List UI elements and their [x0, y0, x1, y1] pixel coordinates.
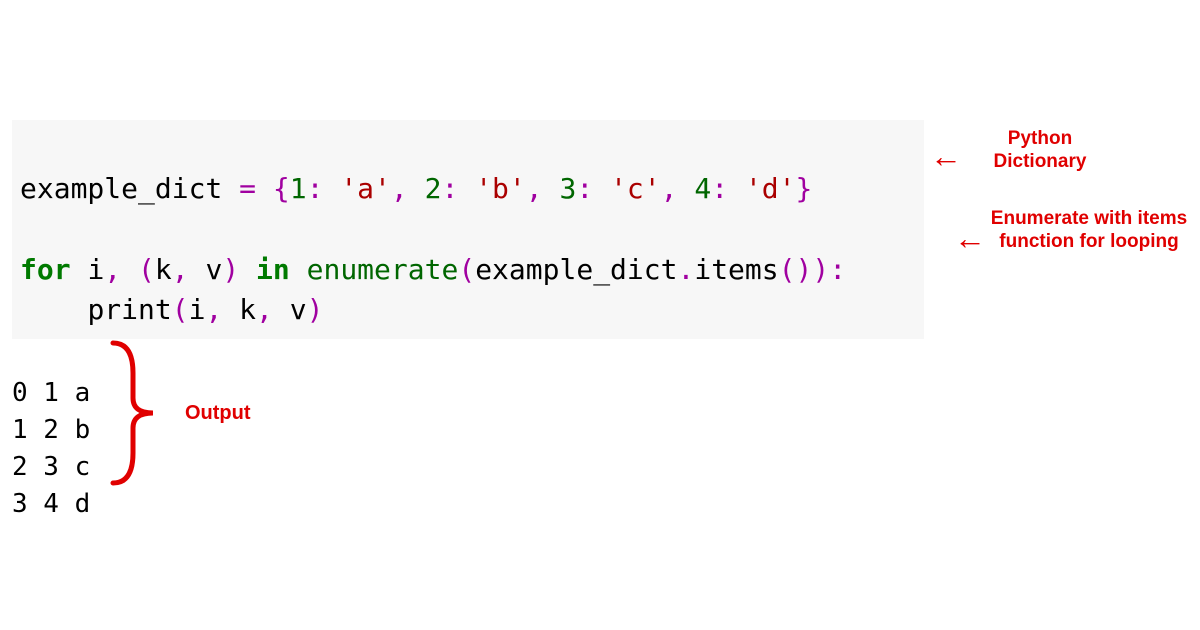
annotation-output: Output [185, 402, 251, 425]
code-ident: example_dict [20, 172, 239, 205]
str: 'd' [745, 172, 796, 205]
num: 4 [694, 172, 711, 205]
kw-for: for [20, 253, 71, 286]
fn-enumerate: enumerate [307, 253, 459, 286]
str: 'b' [475, 172, 526, 205]
output-block: 0 1 a 1 2 b 2 3 c 3 4 d [12, 338, 90, 523]
num: 2 [425, 172, 442, 205]
brace-icon [108, 338, 168, 488]
str: 'c' [610, 172, 661, 205]
kw-in: in [256, 253, 290, 286]
op-equals: = [239, 172, 256, 205]
output-row: 3 4 d [12, 489, 90, 519]
op-comma: , [391, 172, 408, 205]
num: 3 [559, 172, 576, 205]
output-row: 0 1 a [12, 378, 90, 408]
op-brace-close: } [796, 172, 813, 205]
op-brace: { [256, 172, 290, 205]
op-colon: : [307, 172, 324, 205]
num: 1 [290, 172, 307, 205]
arrow-left-icon: ← [930, 140, 962, 172]
arrow-left-icon: ← [954, 222, 986, 254]
output-row: 2 3 c [12, 452, 90, 482]
annotation-enumerate: Enumerate with items function for loopin… [984, 207, 1194, 253]
code-block: example_dict = {1: 'a', 2: 'b', 3: 'c', … [12, 120, 924, 339]
output-row: 1 2 b [12, 415, 90, 445]
annotation-dictionary: Python Dictionary [975, 128, 1105, 174]
str: 'a' [340, 172, 391, 205]
